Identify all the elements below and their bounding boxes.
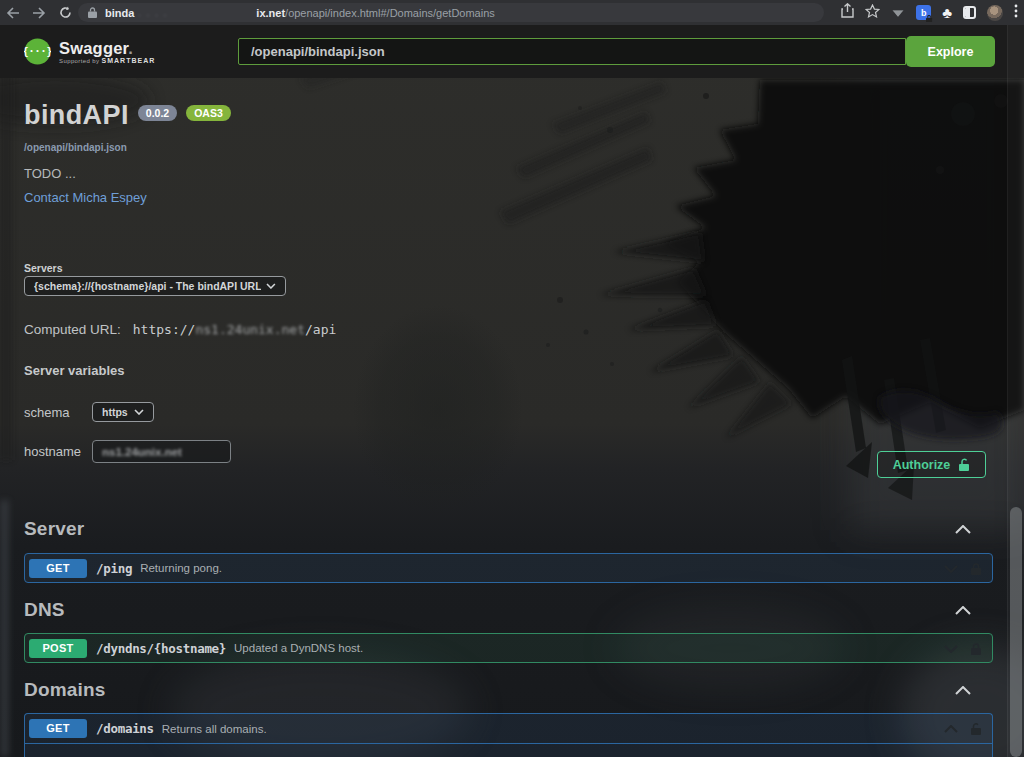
api-info: bindAPI 0.0.2 OAS3: [24, 101, 231, 129]
swagger-content: bindAPI 0.0.2 OAS3 /openapi/bindapi.json…: [0, 0, 1024, 757]
lock-icon[interactable]: [971, 563, 982, 576]
computed-url-host: ns1.24unix.net: [195, 322, 305, 337]
computed-url-path: /api: [305, 322, 336, 337]
computed-url-value: https://ns1.24unix.net/api: [133, 322, 337, 337]
lock-icon[interactable]: [971, 643, 982, 656]
share-icon[interactable]: [841, 3, 854, 22]
collapse-chevron-icon[interactable]: [944, 725, 958, 733]
section-dns[interactable]: DNS: [24, 599, 993, 621]
api-description: TODO ...: [24, 166, 76, 181]
browser-toolbar: binda .... ix.net /openapi/index.html#/D…: [0, 0, 1024, 25]
smartbear-tagline: Supported by SMARTBEAR: [59, 57, 155, 64]
operation-summary: Updated a DynDNS host.: [234, 642, 363, 654]
hostname-variable-row: hostname ns1.24unix.net: [24, 440, 231, 463]
api-title: bindAPI: [24, 101, 129, 129]
expand-chevron-icon[interactable]: [944, 645, 958, 653]
adblock-extension-icon[interactable]: ♣: [942, 5, 952, 20]
schema-select[interactable]: https: [92, 402, 154, 422]
method-badge: GET: [29, 719, 87, 738]
schema-label: schema: [24, 405, 92, 420]
operation-path: /domains: [96, 721, 154, 736]
operation-summary: Returns all domains.: [162, 723, 267, 735]
spec-link[interactable]: /openapi/bindapi.json: [24, 142, 127, 153]
collapse-chevron-icon[interactable]: [955, 686, 971, 695]
bookmark-star-icon[interactable]: [865, 4, 880, 22]
section-domains[interactable]: Domains: [24, 679, 993, 701]
section-title-server: Server: [24, 518, 84, 540]
server-select[interactable]: {schema}://{hostname}/api - The bindAPI …: [24, 276, 286, 296]
chevron-down-icon: [266, 283, 276, 289]
contact-link[interactable]: Contact Micha Espey: [24, 190, 147, 205]
swagger-logo-icon: {···}: [24, 38, 51, 65]
forward-button[interactable]: [26, 0, 52, 25]
unlock-icon[interactable]: [971, 723, 982, 736]
operation-post-dyndns[interactable]: POST /dyndns/{hostname} Updated a DynDNS…: [24, 633, 993, 663]
reload-button[interactable]: [52, 0, 78, 25]
hostname-input[interactable]: ns1.24unix.net: [92, 440, 231, 463]
server-select-value: {schema}://{hostname}/api - The bindAPI …: [34, 280, 261, 292]
swagger-topbar: {···} Swagger. Supported by SMARTBEAR /o…: [0, 25, 1024, 78]
swagger-wordmark: Swagger.: [59, 40, 155, 56]
method-badge: GET: [29, 559, 87, 578]
extension-dropdown-icon[interactable]: [891, 4, 905, 22]
computed-url-label: Computed URL:: [24, 322, 121, 337]
expand-chevron-icon[interactable]: [944, 565, 958, 573]
section-server[interactable]: Server: [24, 518, 993, 540]
operation-summary: Returning pong.: [140, 562, 222, 574]
method-badge: POST: [29, 639, 87, 658]
operation-path: /ping: [96, 561, 132, 576]
server-variables-label: Server variables: [24, 363, 124, 378]
profile-avatar[interactable]: [987, 5, 1003, 21]
section-title-dns: DNS: [24, 599, 65, 621]
collapse-chevron-icon[interactable]: [955, 606, 971, 615]
explore-button[interactable]: Explore: [906, 36, 995, 67]
url-domain: ix.net: [256, 7, 285, 19]
collapse-chevron-icon[interactable]: [955, 525, 971, 534]
servers-label: Servers: [24, 262, 63, 274]
darkmode-extension-icon[interactable]: [963, 6, 976, 19]
url-domain-prefix: binda: [105, 7, 134, 19]
spec-url-input[interactable]: /openapi/bindapi.json: [238, 38, 906, 65]
lock-icon: [88, 7, 97, 18]
back-button[interactable]: [0, 0, 26, 25]
hostname-label: hostname: [24, 444, 92, 459]
url-redacted: ....: [134, 8, 256, 18]
computed-url-scheme: https://: [133, 322, 196, 337]
svg-text:{···}: {···}: [24, 46, 51, 57]
schema-select-value: https: [102, 406, 128, 418]
operation-controls: [944, 554, 982, 584]
computed-url-row: Computed URL: https://ns1.24unix.net/api: [24, 322, 336, 337]
screen: binda .... ix.net /openapi/index.html#/D…: [0, 0, 1024, 757]
chevron-down-icon: [134, 409, 144, 415]
schema-variable-row: schema https: [24, 402, 154, 422]
url-path: /openapi/index.html#/Domains/getDomains: [285, 7, 495, 19]
operation-get-domains[interactable]: GET /domains Returns all domains.: [24, 713, 993, 757]
operation-get-ping[interactable]: GET /ping Returning pong.: [24, 553, 993, 583]
operation-controls: [944, 634, 982, 664]
toolbar-actions: b ♣: [841, 0, 1018, 25]
oas3-badge: OAS3: [186, 105, 231, 121]
address-bar[interactable]: binda .... ix.net /openapi/index.html#/D…: [78, 3, 824, 22]
scrollbar-thumb[interactable]: [1010, 507, 1022, 757]
hostname-input-value: ns1.24unix.net: [102, 446, 182, 458]
spec-url-value: /openapi/bindapi.json: [251, 44, 385, 59]
authorize-label: Authorize: [893, 458, 951, 472]
unlock-icon: [959, 458, 970, 472]
operation-path: /dyndns/{hostname}: [96, 641, 226, 656]
swagger-logo: {···} Swagger. Supported by SMARTBEAR: [24, 38, 155, 65]
authorize-button[interactable]: Authorize: [877, 451, 986, 478]
menu-dots-icon[interactable]: [1014, 4, 1018, 22]
password-extension-icon[interactable]: b: [916, 5, 931, 20]
operation-controls: [944, 714, 982, 744]
version-badge: 0.0.2: [138, 105, 177, 121]
scrollbar-track[interactable]: [1007, 25, 1024, 757]
section-title-domains: Domains: [24, 679, 106, 701]
